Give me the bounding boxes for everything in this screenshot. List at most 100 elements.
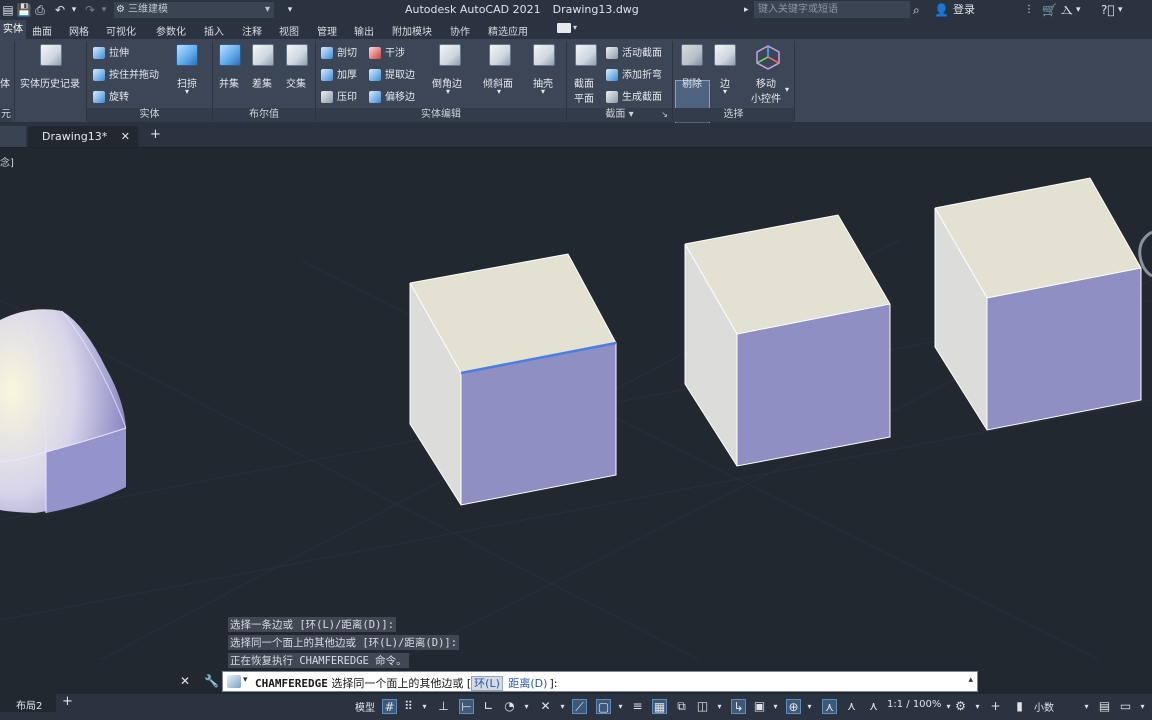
- solid-history-button[interactable]: 实体历史记录: [20, 75, 80, 90]
- imprint-button[interactable]: 压印: [321, 88, 357, 103]
- tab-addins[interactable]: 附加模块: [392, 23, 432, 38]
- annotation-visibility-icon[interactable]: ⋏: [822, 699, 837, 714]
- chamfer-dropdown-icon[interactable]: ▾: [446, 87, 450, 96]
- recent-commands-dropdown-icon[interactable]: ▾: [243, 675, 248, 685]
- add-jog-button[interactable]: 添加折弯: [606, 66, 662, 81]
- annotation-scale-value[interactable]: 1:1 / 100%: [887, 699, 941, 710]
- help-dropdown-icon[interactable]: ▾: [1118, 2, 1123, 18]
- clean-screen-icon[interactable]: ▭: [1118, 699, 1133, 714]
- units-dropdown-icon[interactable]: ▾: [1079, 699, 1094, 714]
- option-loop[interactable]: 环(L): [471, 676, 503, 691]
- extrude-button[interactable]: 拉伸: [93, 44, 129, 59]
- undo-dropdown-icon[interactable]: ▾: [66, 2, 82, 18]
- new-tab-icon[interactable]: +: [150, 128, 161, 141]
- selection-cycling-icon[interactable]: ⧉: [674, 699, 689, 714]
- section-plane-button[interactable]: 截面 平面: [574, 75, 594, 105]
- polar-dropdown-icon[interactable]: ▾: [519, 699, 534, 714]
- search-input[interactable]: 键入关键字或短语: [754, 1, 910, 18]
- workspace-switching-icon[interactable]: ⚙: [953, 699, 968, 714]
- units-value[interactable]: 小数: [1034, 699, 1054, 714]
- annotation-monitor-icon[interactable]: +: [988, 699, 1003, 714]
- ortho-icon[interactable]: ∟: [481, 699, 496, 714]
- box-solid-3[interactable]: [934, 177, 1142, 431]
- redo-dropdown-icon[interactable]: ▾: [96, 2, 112, 18]
- infer-constraints-icon[interactable]: ⊥: [436, 699, 451, 714]
- presspull-button[interactable]: 按住并拖动: [93, 66, 159, 81]
- generate-section-button[interactable]: 生成截面: [606, 88, 662, 103]
- auto-scale-icon[interactable]: ⋏: [844, 699, 859, 714]
- isodraft-icon[interactable]: ✕: [538, 699, 553, 714]
- tab-manage[interactable]: 管理: [317, 23, 337, 38]
- edge-filter-dropdown-icon[interactable]: ▾: [723, 87, 727, 96]
- tab-dropdown-icon[interactable]: ▾: [573, 23, 577, 32]
- wrench-icon[interactable]: 🔧: [204, 674, 219, 688]
- tab-solid[interactable]: 实体: [0, 20, 26, 39]
- start-tab[interactable]: [0, 126, 26, 147]
- transparency-icon[interactable]: ▦: [652, 699, 667, 714]
- 3d-osnap-dropdown-icon[interactable]: ▾: [712, 699, 727, 714]
- gizmo-dropdown-status-icon[interactable]: ▾: [802, 699, 817, 714]
- add-layout-icon[interactable]: +: [62, 694, 73, 709]
- tab-view[interactable]: 视图: [279, 23, 299, 38]
- subtract-button[interactable]: 差集: [252, 75, 272, 90]
- close-icon[interactable]: ✕: [121, 126, 130, 147]
- box-solid-1[interactable]: [409, 253, 617, 506]
- model-space-button[interactable]: 模型: [355, 699, 375, 714]
- gizmo-button[interactable]: 移动 小控件: [751, 75, 781, 105]
- layout-tab-2[interactable]: 布局2: [16, 697, 42, 712]
- tab-featured-apps[interactable]: 精选应用: [488, 23, 528, 38]
- gizmo-status-icon[interactable]: ⊕: [786, 699, 801, 714]
- revolve-button[interactable]: 旋转: [93, 88, 129, 103]
- model-space[interactable]: [0, 148, 1152, 668]
- tab-overflow-icon[interactable]: [557, 23, 571, 33]
- union-button[interactable]: 并集: [219, 75, 239, 90]
- extract-edges-button[interactable]: 提取边: [369, 66, 415, 81]
- snap-dropdown-icon[interactable]: ▾: [417, 699, 432, 714]
- lineweight-icon[interactable]: ≡: [630, 699, 645, 714]
- dynamic-input-icon[interactable]: ⊢: [459, 699, 474, 714]
- shell-dropdown-icon[interactable]: ▾: [541, 87, 545, 96]
- isodraft-dropdown-icon[interactable]: ▾: [555, 699, 570, 714]
- viewcube-icon[interactable]: [1138, 230, 1152, 278]
- annotation-scale-icon[interactable]: ⋏: [866, 699, 881, 714]
- polar-tracking-icon[interactable]: ◔: [502, 699, 517, 714]
- panel-title-section[interactable]: 截面 ▾ ↘: [567, 108, 672, 122]
- close-command-line-icon[interactable]: ✕: [180, 674, 190, 688]
- 3d-osnap-icon[interactable]: ◫: [695, 699, 710, 714]
- file-tab-drawing13[interactable]: Drawing13* ✕: [28, 126, 138, 147]
- filleted-solid[interactable]: [0, 309, 127, 513]
- save-icon[interactable]: 💾: [16, 2, 32, 18]
- primitive-button-label[interactable]: 体: [0, 75, 10, 90]
- tab-collaborate[interactable]: 协作: [450, 23, 470, 38]
- object-snap-tracking-icon[interactable]: ⟋: [572, 699, 587, 714]
- offset-edge-button[interactable]: 偏移边: [369, 88, 415, 103]
- clean-screen-dropdown-icon[interactable]: ▾: [1135, 699, 1150, 714]
- search-icon[interactable]: ⌕: [913, 2, 920, 18]
- command-line[interactable]: ▾ CHAMFEREDGE 选择同一个面上的其他边或 [环(L) 距离(D)]:…: [222, 671, 978, 692]
- customize-dropdown-icon[interactable]: ▾: [282, 2, 298, 18]
- workspace-dropdown-icon[interactable]: ▾: [970, 699, 985, 714]
- object-snap-icon[interactable]: ▢: [596, 699, 611, 714]
- autodesk-a360-icon[interactable]: Ⲇ: [1061, 2, 1073, 18]
- cart-icon[interactable]: 🛒: [1042, 2, 1057, 18]
- intersect-button[interactable]: 交集: [286, 75, 306, 90]
- selection-filter-icon[interactable]: ▣: [752, 699, 767, 714]
- print-icon[interactable]: ⎙: [32, 2, 48, 18]
- dialog-launcher-icon[interactable]: ↘: [661, 108, 668, 122]
- drawing-viewport[interactable]: 念] 选择一条边或 [环(L)/距离(D)]: 选择同一个面上的其他边或 [环(…: [0, 148, 1152, 668]
- object-snap-dropdown-icon[interactable]: ▾: [613, 699, 628, 714]
- tab-annotate[interactable]: 注释: [242, 23, 262, 38]
- workspace-dropdown[interactable]: ⚙ 三维建模 ▾: [114, 2, 274, 18]
- box-solid-2[interactable]: [684, 214, 891, 467]
- command-history-expand-icon[interactable]: ▴: [968, 675, 973, 685]
- dynamic-ucs-icon[interactable]: ↳: [731, 699, 746, 714]
- quick-properties-icon[interactable]: ▤: [1097, 699, 1112, 714]
- grid-icon[interactable]: #: [382, 699, 397, 714]
- snap-icon[interactable]: ⠿: [401, 699, 416, 714]
- tab-insert[interactable]: 插入: [204, 23, 224, 38]
- units-icon[interactable]: ▮: [1012, 699, 1027, 714]
- sweep-dropdown-icon[interactable]: ▾: [185, 87, 189, 96]
- a360-dropdown-icon[interactable]: ▾: [1076, 2, 1081, 18]
- gizmo-dropdown-icon[interactable]: ▾: [785, 85, 789, 94]
- app-menu-icon[interactable]: ▤: [0, 2, 16, 18]
